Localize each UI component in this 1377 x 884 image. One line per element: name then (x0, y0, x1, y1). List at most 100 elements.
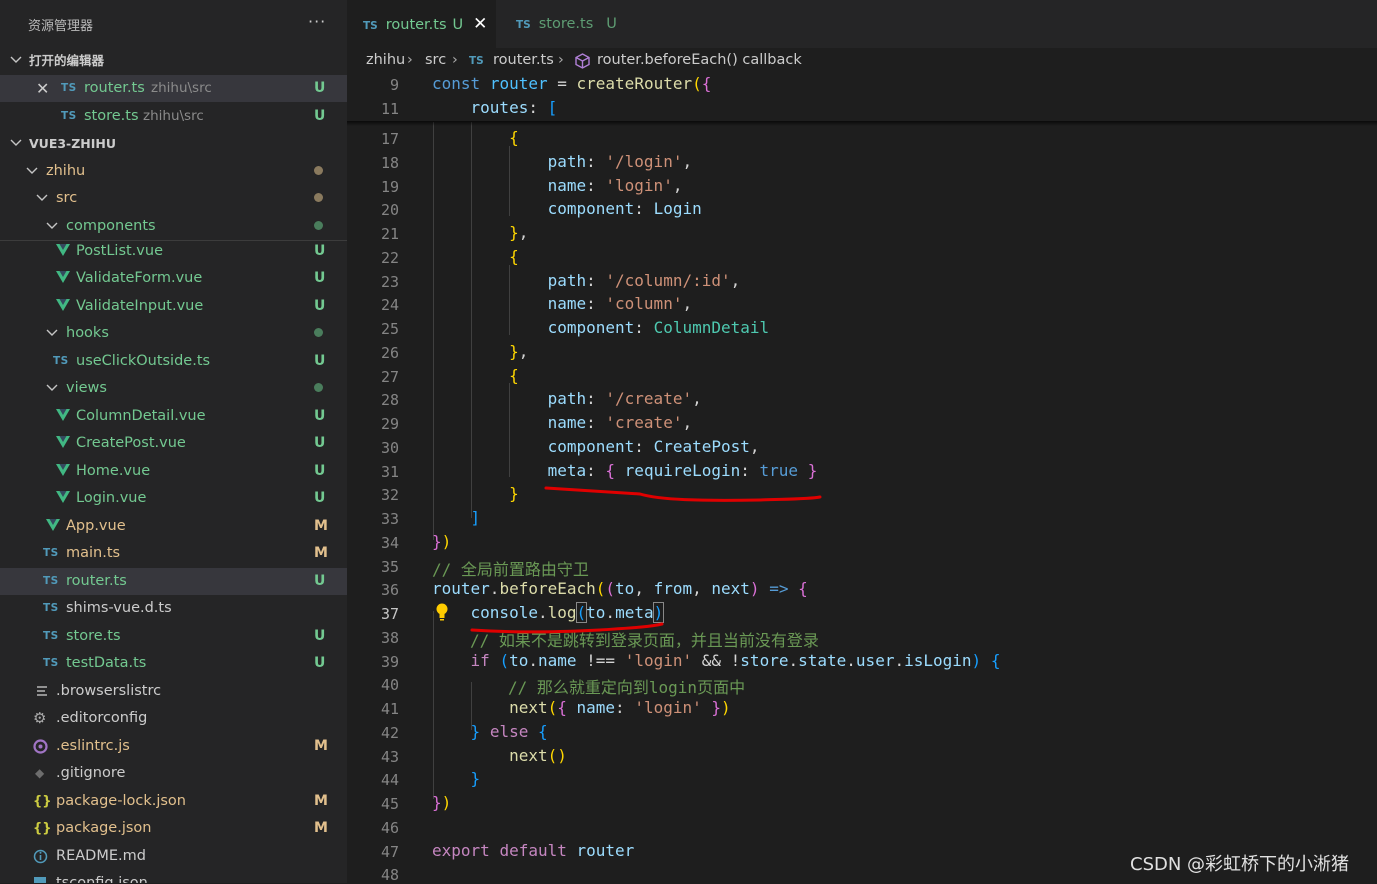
code-line: ] (470, 508, 481, 527)
file-package[interactable]: {} package.json M (0, 815, 347, 842)
code-comment: // 如果不是跳转到登录页面，并且当前没有登录 (470, 631, 819, 650)
file-readme[interactable]: README.md (0, 843, 347, 870)
vue-icon (56, 458, 70, 477)
git-icon: ◆ (35, 766, 45, 780)
file-label: Login.vue (76, 490, 147, 506)
lightbulb-icon[interactable] (435, 602, 449, 626)
git-status-badge: U (314, 490, 326, 506)
code-line: meta: { requireLogin: true } (547, 461, 818, 480)
typescript-icon: TS (43, 547, 59, 559)
folder-views[interactable]: views (0, 375, 347, 402)
code-line: { (509, 128, 519, 147)
file-login[interactable]: Login.vue U (0, 485, 347, 512)
code-comment: // 那么就重定向到login页面中 (508, 678, 746, 697)
file-label: router.ts (66, 573, 127, 589)
file-store[interactable]: TS store.ts U (0, 623, 347, 650)
breadcrumb-item[interactable]: router.beforeEach() callback (597, 52, 802, 68)
tab-store-ts[interactable]: TS store.ts U (497, 0, 647, 48)
git-status-badge: M (314, 738, 328, 754)
typescript-icon: TS (43, 575, 59, 587)
code-line: path: '/login', (547, 152, 693, 171)
code-line: } else { (470, 722, 548, 741)
file-label: main.ts (66, 545, 121, 561)
open-editor-router[interactable]: ✕ TS router.ts zhihu\src U (0, 75, 347, 102)
file-browserslistrc[interactable]: .browserslistrc (0, 678, 347, 705)
line-number: 44 (380, 771, 399, 789)
more-actions-icon[interactable]: ··· (308, 12, 326, 31)
project-section[interactable]: VUE3-ZHIHU (0, 130, 347, 157)
code-line: component: CreatePost, (547, 437, 760, 456)
breadcrumb-separator: › (558, 52, 564, 68)
close-icon[interactable]: ✕ (36, 75, 49, 102)
file-testdata[interactable]: TS testData.ts U (0, 650, 347, 677)
open-editors-section[interactable]: 打开的编辑器 (0, 47, 347, 74)
chevron-down-icon (46, 213, 58, 231)
file-router[interactable]: TS router.ts U (0, 568, 347, 595)
untracked-dot (314, 213, 323, 240)
line-number: 46 (380, 819, 399, 837)
file-tsconfig[interactable]: tsconfig.json (0, 870, 347, 883)
open-editor-store[interactable]: TS store.ts zhihu\src U (0, 103, 347, 130)
typescript-icon: TS (43, 602, 59, 614)
git-status-badge: U (606, 16, 617, 32)
open-editor-path: zhihu\src (143, 108, 204, 124)
folder-components[interactable]: components (0, 213, 347, 240)
breadcrumb-item[interactable]: router.ts (493, 52, 554, 68)
folder-hooks[interactable]: hooks (0, 320, 347, 347)
sticky-scroll-shadow (347, 121, 1377, 126)
code-editor[interactable]: 9 11 17 18 19 20 21 22 23 24 25 26 27 28… (347, 74, 1377, 884)
line-number: 33 (380, 510, 399, 528)
file-label: ValidateForm.vue (76, 270, 203, 286)
tab-label: router.ts (385, 17, 447, 33)
file-label: .gitignore (56, 765, 126, 781)
line-number: 42 (380, 724, 399, 742)
file-useclickoutside[interactable]: TS useClickOutside.ts U (0, 348, 347, 375)
line-number: 35 (380, 558, 399, 576)
file-app[interactable]: App.vue M (0, 513, 347, 540)
file-createpost[interactable]: CreatePost.vue U (0, 430, 347, 457)
vue-icon (56, 265, 70, 284)
line-number: 40 (380, 676, 399, 694)
breadcrumb-item[interactable]: src (425, 52, 446, 68)
file-validateform[interactable]: ValidateForm.vue U (0, 265, 347, 292)
file-gitignore[interactable]: ◆ .gitignore (0, 760, 347, 787)
file-eslintrc[interactable]: .eslintrc.js M (0, 733, 347, 760)
code-line: if (to.name !== 'login' && !store.state.… (470, 651, 1001, 670)
typescript-icon: TS (53, 355, 69, 367)
code-line: } (509, 484, 519, 503)
code-line: name: 'login', (547, 176, 683, 195)
git-status-badge: M (314, 820, 328, 836)
chevron-down-icon (36, 185, 48, 203)
file-columndetail[interactable]: ColumnDetail.vue U (0, 403, 347, 430)
chevron-down-icon (26, 158, 38, 176)
file-package-lock[interactable]: {} package-lock.json M (0, 788, 347, 815)
code-line: router.beforeEach((to, from, next) => { (432, 579, 808, 598)
line-number: 45 (380, 795, 399, 813)
file-editorconfig[interactable]: ⚙ .editorconfig (0, 705, 347, 732)
breadcrumb-item[interactable]: zhihu (366, 52, 405, 68)
line-number: 34 (380, 534, 399, 552)
line-number: 28 (380, 391, 399, 409)
line-number: 41 (380, 700, 399, 718)
file-postlist[interactable]: PostList.vue U (0, 238, 347, 265)
code-line: next() (509, 746, 567, 765)
code-line: console.log(to.meta) (470, 602, 665, 623)
code-line: routes: [ (470, 98, 558, 117)
tab-router-ts[interactable]: TS router.ts U ✕ (347, 0, 496, 48)
close-icon[interactable]: ✕ (473, 14, 487, 34)
line-number: 21 (380, 225, 399, 243)
file-home[interactable]: Home.vue U (0, 458, 347, 485)
file-main[interactable]: TS main.ts M (0, 540, 347, 567)
file-shims[interactable]: TS shims-vue.d.ts (0, 595, 347, 622)
code-line: name: 'create', (547, 413, 693, 432)
folder-src[interactable]: src (0, 185, 347, 212)
file-validateinput[interactable]: ValidateInput.vue U (0, 293, 347, 320)
file-label: ValidateInput.vue (76, 298, 204, 314)
breadcrumb: zhihu › src › TS router.ts › router.befo… (347, 48, 1377, 74)
line-number: 11 (380, 100, 399, 118)
line-number: 24 (380, 296, 399, 314)
code-line: component: Login (547, 199, 702, 218)
file-label: Home.vue (76, 463, 151, 479)
line-number: 23 (380, 273, 399, 291)
folder-zhihu[interactable]: zhihu (0, 158, 347, 185)
